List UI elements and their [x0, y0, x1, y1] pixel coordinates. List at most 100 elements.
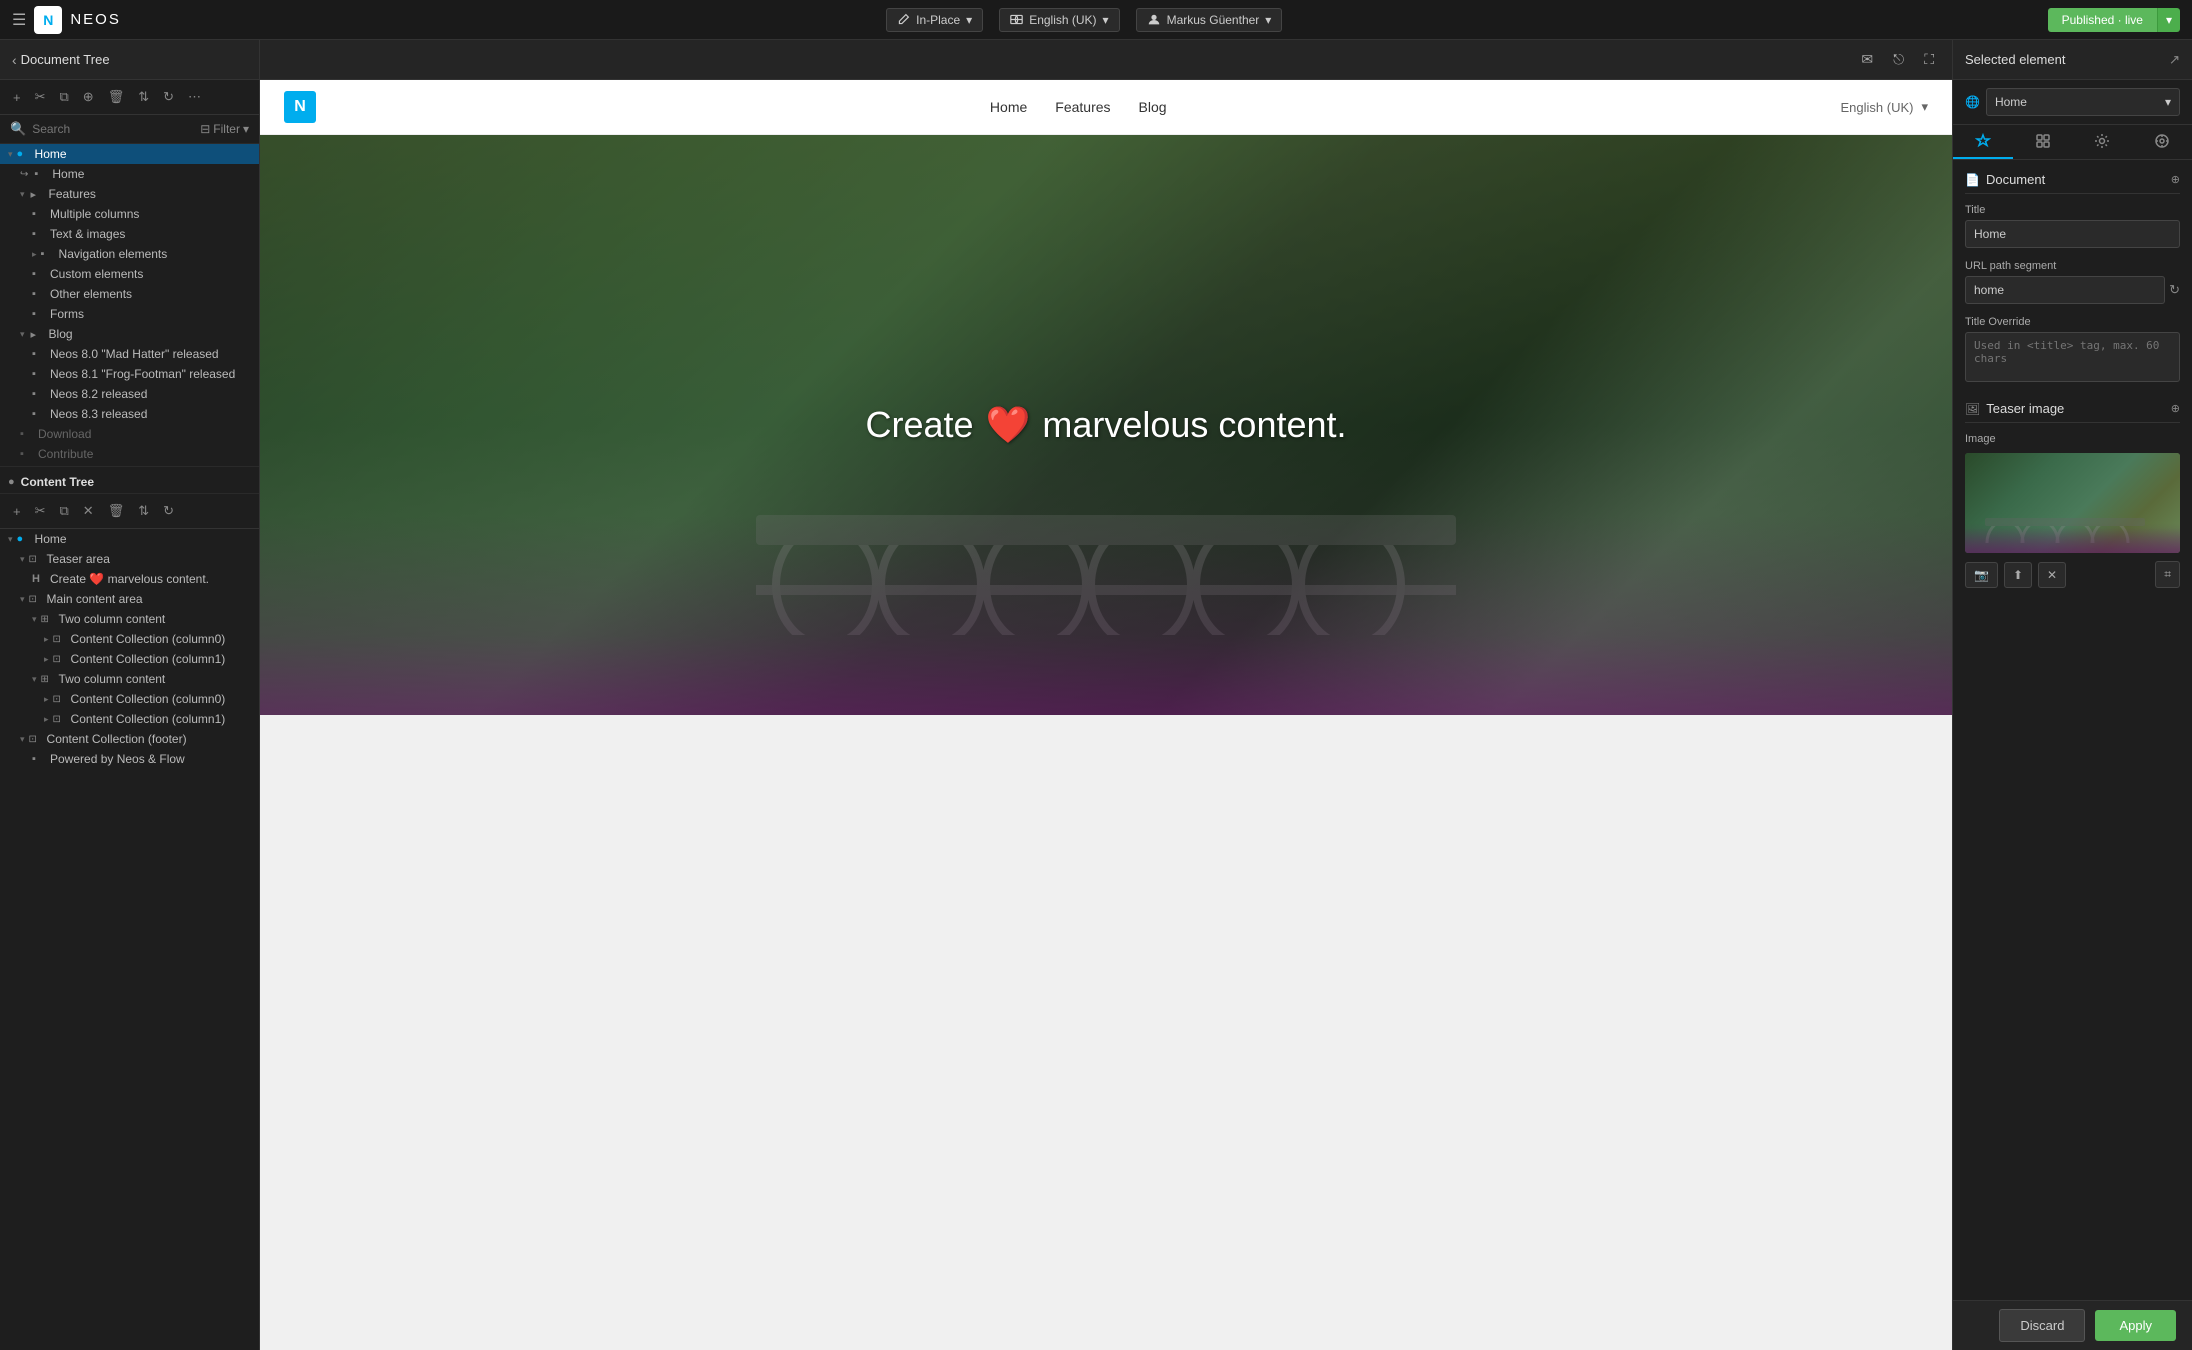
tree-item-neos82[interactable]: ▪ Neos 8.2 released — [0, 384, 259, 404]
hamburger-button[interactable]: ☰ — [12, 10, 26, 30]
tree-item-label: Multiple columns — [50, 207, 139, 221]
trash-content-button[interactable]: 🗑 — [103, 500, 130, 522]
edit-mode-chevron: ▾ — [966, 13, 972, 27]
title-label: Title — [1965, 204, 2180, 216]
nav-link-home[interactable]: Home — [990, 99, 1027, 115]
delete-content-button[interactable]: ✕ — [78, 500, 99, 522]
email-preview-button[interactable]: ✉ — [1855, 47, 1879, 72]
teaser-remove-button[interactable]: ✕ — [2038, 562, 2066, 588]
preview-nav-right: English (UK) ▾ — [1841, 99, 1929, 115]
back-button[interactable]: ‹ — [12, 52, 17, 68]
more-options-button[interactable]: ⋯ — [183, 86, 206, 108]
page-icon: ▪ — [32, 348, 46, 360]
refresh-content-button[interactable]: ↻ — [158, 500, 179, 522]
tab-components[interactable] — [2013, 125, 2073, 159]
paste-node-button[interactable]: ⊕ — [78, 86, 99, 108]
tree-item-neos81[interactable]: ▪ Neos 8.1 "Frog-Footman" released — [0, 364, 259, 384]
tree-item-nav-elements[interactable]: ▸ ▪ Navigation elements — [0, 244, 259, 264]
content-main-area[interactable]: ▾ ⊡ Main content area — [0, 589, 259, 609]
nav-link-blog[interactable]: Blog — [1139, 99, 1167, 115]
url-input-group: ↻ — [1965, 276, 2180, 304]
title-input[interactable] — [1965, 220, 2180, 248]
home-dropdown[interactable]: Home ▾ — [1986, 88, 2180, 116]
flowers-overlay — [260, 515, 1952, 715]
tab-style[interactable] — [1953, 125, 2013, 159]
url-input[interactable] — [1965, 276, 2165, 304]
content-two-col-2[interactable]: ▾ ⊞ Two column content — [0, 669, 259, 689]
collection-icon: ⊡ — [53, 654, 67, 665]
tree-item-forms[interactable]: ▪ Forms — [0, 304, 259, 324]
title-override-label: Title Override — [1965, 316, 2180, 328]
chevron-icon: ▸ — [44, 714, 49, 725]
published-dropdown-button[interactable]: ▾ — [2157, 8, 2180, 32]
content-tree-home[interactable]: ▾ ● Home — [0, 529, 259, 549]
teaser-section-expand[interactable]: ⊕ — [2171, 402, 2180, 415]
content-teaser-area[interactable]: ▾ ⊡ Teaser area — [0, 549, 259, 569]
tree-item-home-root[interactable]: ▾ ● Home — [0, 144, 259, 164]
tree-item-home-page[interactable]: ↪ ▪ Home — [0, 164, 259, 184]
tree-item-label: Other elements — [50, 287, 132, 301]
left-panel: ‹ Document Tree + ✂ ⧉ ⊕ 🗑 ⇅ ↻ ⋯ 🔍 ⊟ Filt… — [0, 40, 260, 1350]
discard-button[interactable]: Discard — [1999, 1309, 2085, 1342]
content-footer-collection[interactable]: ▾ ⊡ Content Collection (footer) — [0, 729, 259, 749]
neos-brand: NEOS — [70, 11, 121, 28]
teaser-crop-button[interactable]: ⌗ — [2155, 561, 2180, 588]
page-icon: ▪ — [32, 408, 46, 420]
content-col1-1[interactable]: ▸ ⊡ Content Collection (column1) — [0, 649, 259, 669]
tree-item-blog[interactable]: ▾ ▸ Blog — [0, 324, 259, 344]
fullscreen-button[interactable]: ⛶ — [1918, 47, 1940, 72]
nav-link-features[interactable]: Features — [1055, 99, 1110, 115]
document-section-expand[interactable]: ⊕ — [2171, 173, 2180, 186]
document-section: 📄 Document ⊕ Title URL path segment ↻ — [1965, 172, 2180, 385]
tree-item-label: Powered by Neos & Flow — [50, 752, 185, 766]
content-tree-section-header[interactable]: ● Content Tree — [0, 469, 259, 494]
tab-settings[interactable] — [2073, 125, 2133, 159]
tree-item-neos83[interactable]: ▪ Neos 8.3 released — [0, 404, 259, 424]
delete-node-button[interactable]: 🗑 — [103, 86, 130, 108]
add-node-button[interactable]: + — [8, 87, 26, 108]
content-create-headline[interactable]: H Create ❤️ marvelous content. — [0, 569, 259, 589]
published-main-button[interactable]: Published · live — [2048, 8, 2157, 32]
language-selector[interactable]: English (UK) ▾ — [999, 8, 1119, 32]
edit-mode-selector[interactable]: In-Place ▾ — [886, 8, 983, 32]
copy-node-button[interactable]: ⧉ — [55, 86, 74, 108]
content-two-col-1[interactable]: ▾ ⊞ Two column content — [0, 609, 259, 629]
tree-item-other-elements[interactable]: ▪ Other elements — [0, 284, 259, 304]
apply-button[interactable]: Apply — [2095, 1310, 2176, 1341]
tree-item-text-images[interactable]: ▪ Text & images — [0, 224, 259, 244]
move-node-button[interactable]: ⇅ — [133, 86, 154, 108]
cut-content-button[interactable]: ✂ — [30, 500, 51, 522]
external-link-button[interactable]: ⎋ — [1887, 47, 1910, 72]
search-input[interactable] — [32, 122, 194, 136]
tree-item-download[interactable]: ▪ Download — [0, 424, 259, 444]
move-content-button[interactable]: ⇅ — [133, 500, 154, 522]
tree-item-features[interactable]: ▾ ▸ Features — [0, 184, 259, 204]
right-panel-header: Selected element ↗ — [1953, 40, 2192, 80]
right-panel-close-button[interactable]: ↗ — [2169, 52, 2180, 68]
content-col0-1[interactable]: ▸ ⊡ Content Collection (column0) — [0, 629, 259, 649]
filter-chevron: ▾ — [243, 122, 249, 136]
topbar-right: Published · live ▾ — [2048, 8, 2180, 32]
tab-target[interactable] — [2132, 125, 2192, 159]
user-menu[interactable]: Markus Güenther ▾ — [1136, 8, 1283, 32]
url-refresh-button[interactable]: ↻ — [2169, 282, 2180, 298]
filter-button[interactable]: ⊟ Filter ▾ — [200, 122, 249, 136]
teaser-image-controls: 📷 ⬆ ✕ ⌗ — [1965, 561, 2180, 588]
hero-text: Create ❤️ marvelous content. — [865, 404, 1346, 446]
copy-content-button[interactable]: ⧉ — [55, 500, 74, 522]
cut-node-button[interactable]: ✂ — [30, 86, 51, 108]
tree-item-multiple-columns[interactable]: ▪ Multiple columns — [0, 204, 259, 224]
teaser-camera-button[interactable]: 📷 — [1965, 562, 1998, 588]
add-content-button[interactable]: + — [8, 501, 26, 522]
content-col1-2[interactable]: ▸ ⊡ Content Collection (column1) — [0, 709, 259, 729]
refresh-tree-button[interactable]: ↻ — [158, 86, 179, 108]
tree-item-custom-elements[interactable]: ▪ Custom elements — [0, 264, 259, 284]
teaser-upload-button[interactable]: ⬆ — [2004, 562, 2032, 588]
teaser-image-section: 🖼 Teaser image ⊕ Image — [1965, 401, 2180, 588]
tree-item-label: Main content area — [47, 592, 143, 606]
content-powered-by[interactable]: ▪ Powered by Neos & Flow — [0, 749, 259, 769]
tree-item-neos80[interactable]: ▪ Neos 8.0 "Mad Hatter" released — [0, 344, 259, 364]
title-override-input[interactable] — [1965, 332, 2180, 382]
tree-item-contribute[interactable]: ▪ Contribute — [0, 444, 259, 464]
content-col0-2[interactable]: ▸ ⊡ Content Collection (column0) — [0, 689, 259, 709]
